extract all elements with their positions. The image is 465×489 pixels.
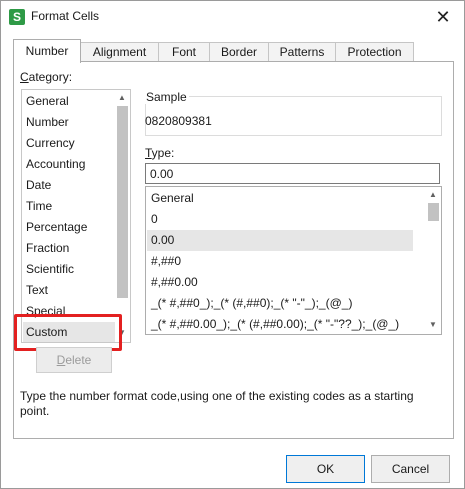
format-item[interactable]: 0 (147, 209, 413, 230)
delete-button[interactable]: Delete (36, 347, 112, 373)
category-item-general[interactable]: General (26, 91, 69, 112)
format-scrollbar-thumb[interactable] (428, 203, 439, 221)
format-cells-dialog: S Format Cells ✕ Number Alignment Font B… (0, 0, 465, 489)
tab-protection[interactable]: Protection (335, 42, 414, 62)
title-bar: S Format Cells ✕ (1, 1, 464, 32)
scroll-up-icon[interactable]: ▲ (429, 190, 437, 200)
format-scrollbar[interactable]: ▲ ▼ (426, 187, 441, 334)
format-item[interactable]: #,##0.00 (147, 272, 413, 293)
category-scrollbar-thumb[interactable] (117, 106, 128, 298)
category-item-text[interactable]: Text (26, 280, 48, 301)
tab-patterns[interactable]: Patterns (268, 42, 336, 62)
dialog-title: Format Cells (31, 9, 100, 23)
category-item-percentage[interactable]: Percentage (26, 217, 87, 238)
format-item[interactable]: _(* #,##0.00_);_(* (#,##0.00);_(* "-"??_… (147, 314, 413, 334)
type-input[interactable]: 0.00 (145, 163, 440, 184)
tab-font[interactable]: Font (158, 42, 210, 62)
cancel-button[interactable]: Cancel (371, 455, 450, 483)
category-item-date[interactable]: Date (26, 175, 51, 196)
app-icon: S (9, 9, 25, 25)
sample-value: 0820809381 (145, 114, 212, 128)
format-code-list[interactable]: General 0 0.00 #,##0 #,##0.00 _(* #,##0_… (145, 186, 442, 335)
tab-border[interactable]: Border (209, 42, 269, 62)
format-item[interactable]: _(* #,##0_);_(* (#,##0);_(* "-"_);_(@_) (147, 293, 413, 314)
category-list[interactable]: General Number Currency Accounting Date … (21, 89, 131, 343)
category-label: Category: (20, 70, 73, 84)
scroll-up-icon[interactable]: ▲ (118, 93, 126, 103)
custom-highlight-box (14, 314, 122, 351)
tab-number[interactable]: Number (13, 39, 81, 63)
format-item-selected[interactable]: 0.00 (147, 230, 413, 251)
category-item-time[interactable]: Time (26, 196, 52, 217)
category-scrollbar[interactable]: ▲ ▼ (115, 90, 130, 342)
close-icon[interactable]: ✕ (433, 7, 453, 27)
sample-label: Sample (144, 90, 189, 104)
format-item[interactable]: General (147, 188, 413, 209)
type-label: Type: (145, 146, 175, 160)
ok-button[interactable]: OK (286, 455, 365, 483)
scroll-down-icon[interactable]: ▼ (429, 320, 437, 330)
number-tab-panel: Category: General Number Currency Accoun… (13, 61, 454, 439)
format-description: Type the number format code,using one of… (20, 389, 414, 418)
tab-alignment[interactable]: Alignment (80, 42, 159, 62)
format-item[interactable]: #,##0 (147, 251, 413, 272)
category-item-scientific[interactable]: Scientific (26, 259, 74, 280)
category-item-accounting[interactable]: Accounting (26, 154, 85, 175)
category-item-number[interactable]: Number (26, 112, 69, 133)
category-item-currency[interactable]: Currency (26, 133, 75, 154)
category-item-fraction[interactable]: Fraction (26, 238, 69, 259)
